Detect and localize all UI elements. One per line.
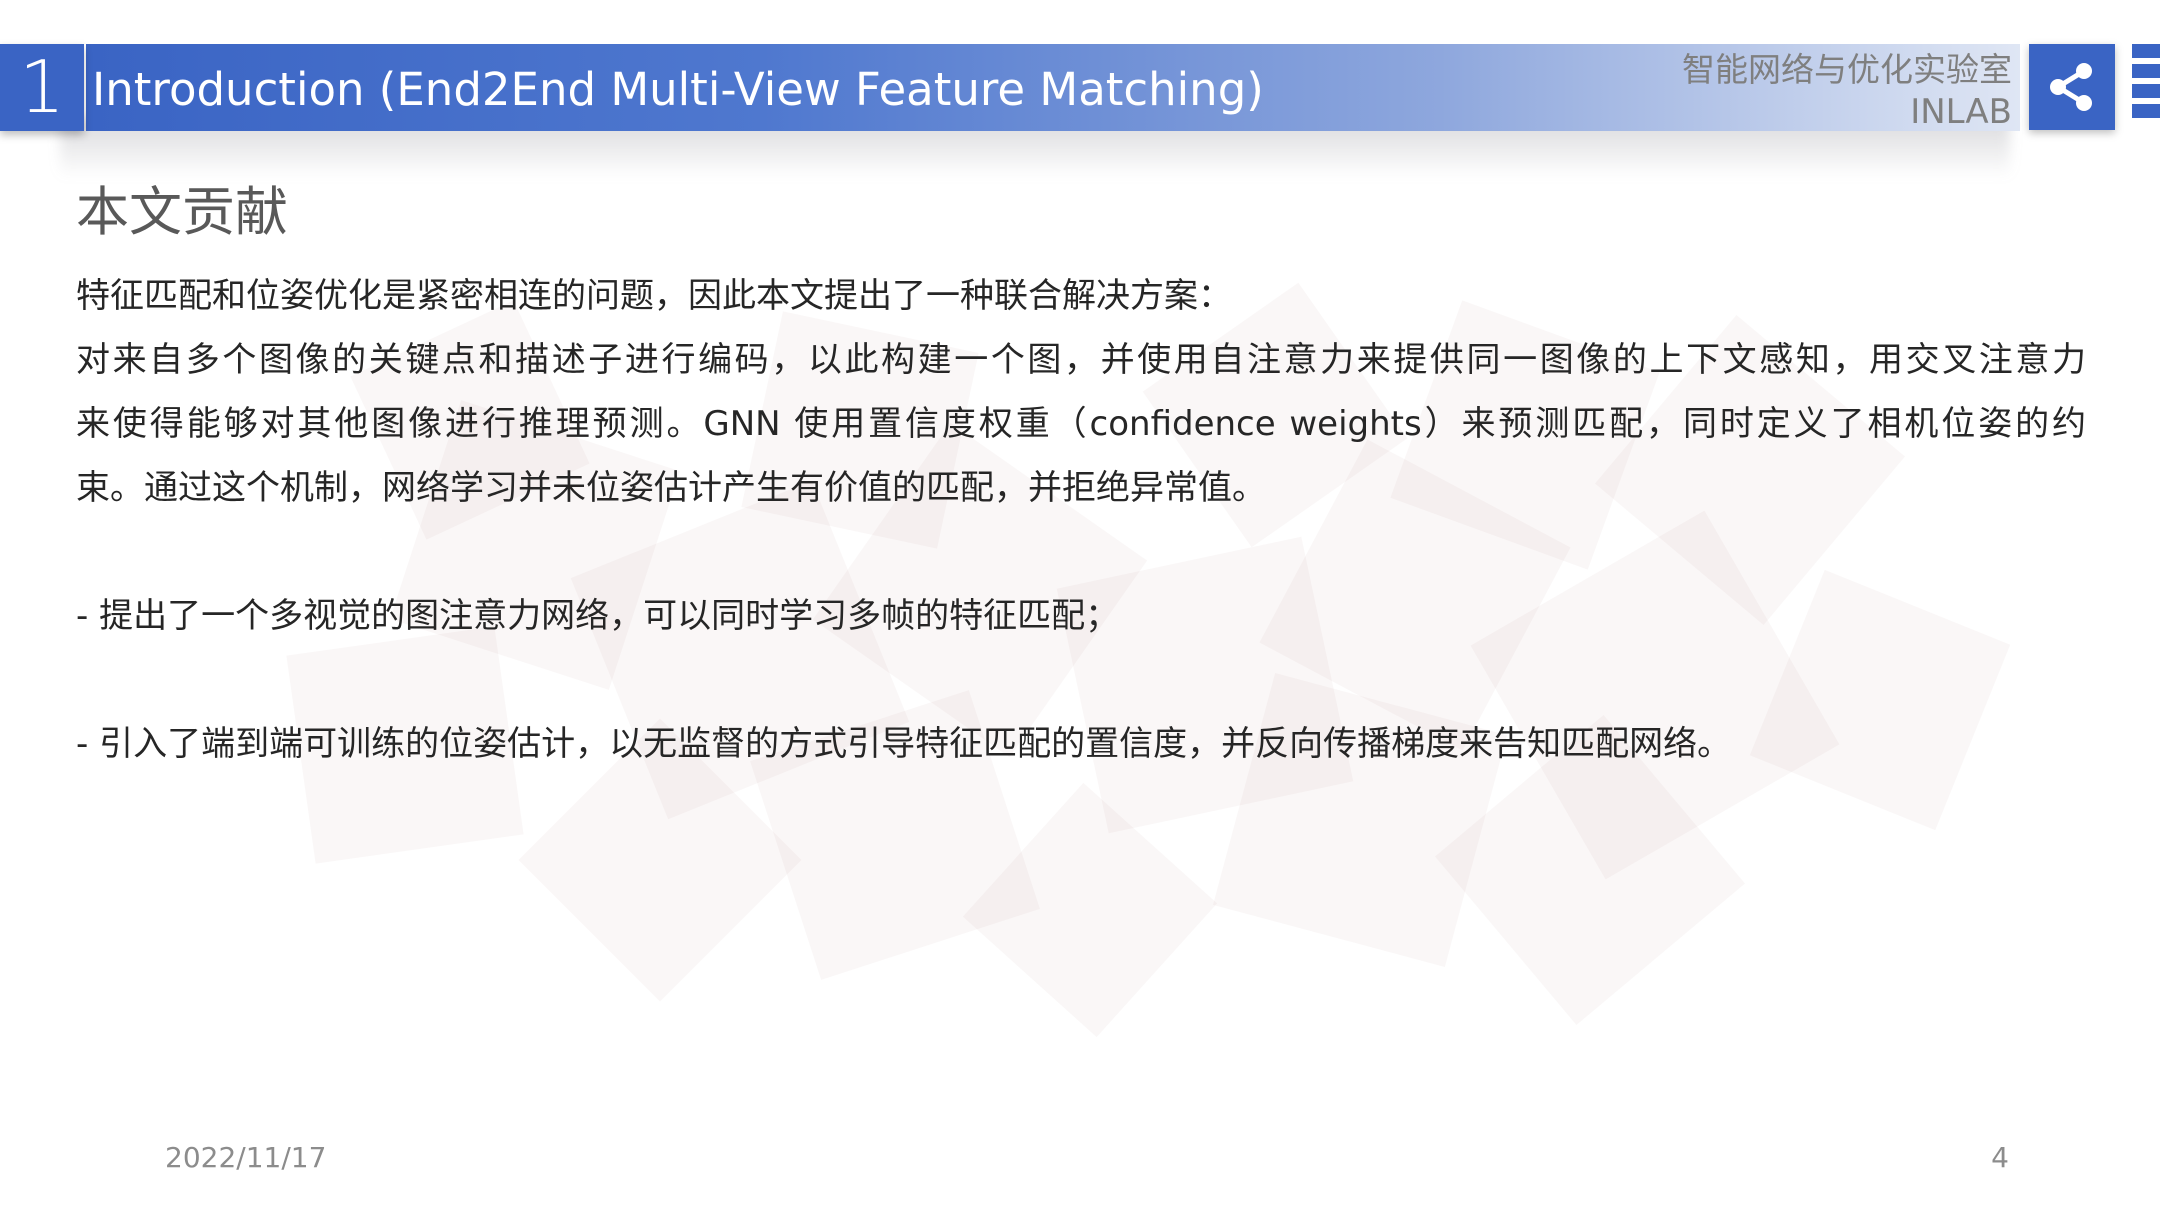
section-number: 1 (19, 45, 65, 129)
bullet-item: - 提出了一个多视觉的图注意力网络，可以同时学习多帧的特征匹配； (76, 596, 1120, 636)
side-bar (2132, 44, 2160, 58)
lab-abbreviation: INLAB (1910, 92, 2012, 132)
content-body: 特征匹配和位姿优化是紧密相连的问题，因此本文提出了一种联合解决方案： 对来自多个… (76, 264, 2086, 776)
paragraph-line: 来使得能够对其他图像进行推理预测。GNN 使用置信度权重（confidence … (76, 404, 2086, 444)
content-heading: 本文贡献 (76, 182, 288, 243)
intro-line: 特征匹配和位姿优化是紧密相连的问题，因此本文提出了一种联合解决方案： (76, 276, 1232, 316)
paragraph-line: 对来自多个图像的关键点和描述子进行编码，以此构建一个图，并使用自注意力来提供同一… (76, 340, 2086, 380)
side-bar (2132, 84, 2160, 98)
lab-name: 智能网络与优化实验室 (1682, 50, 2012, 89)
slide: 1 Introduction (End2End Multi-View Featu… (0, 0, 2160, 1215)
share-icon (2050, 63, 2092, 111)
bg-square (962, 782, 1218, 1038)
bullet-item: - 引入了端到端可训练的位姿估计，以无监督的方式引导特征匹配的置信度，并反向传播… (76, 724, 1732, 764)
slide-title: Introduction (End2End Multi-View Feature… (92, 63, 1264, 116)
paragraph-line: 束。通过这个机制，网络学习并未位姿估计产生有价值的匹配，并拒绝异常值。 (76, 468, 1266, 508)
footer-date: 2022/11/17 (165, 1141, 327, 1174)
page-number: 4 (1991, 1141, 2009, 1174)
side-bars-decoration (2132, 44, 2160, 130)
section-number-box: 1 (0, 44, 84, 131)
share-button[interactable] (2029, 44, 2115, 130)
side-bar (2132, 104, 2160, 118)
side-bar (2132, 64, 2160, 78)
